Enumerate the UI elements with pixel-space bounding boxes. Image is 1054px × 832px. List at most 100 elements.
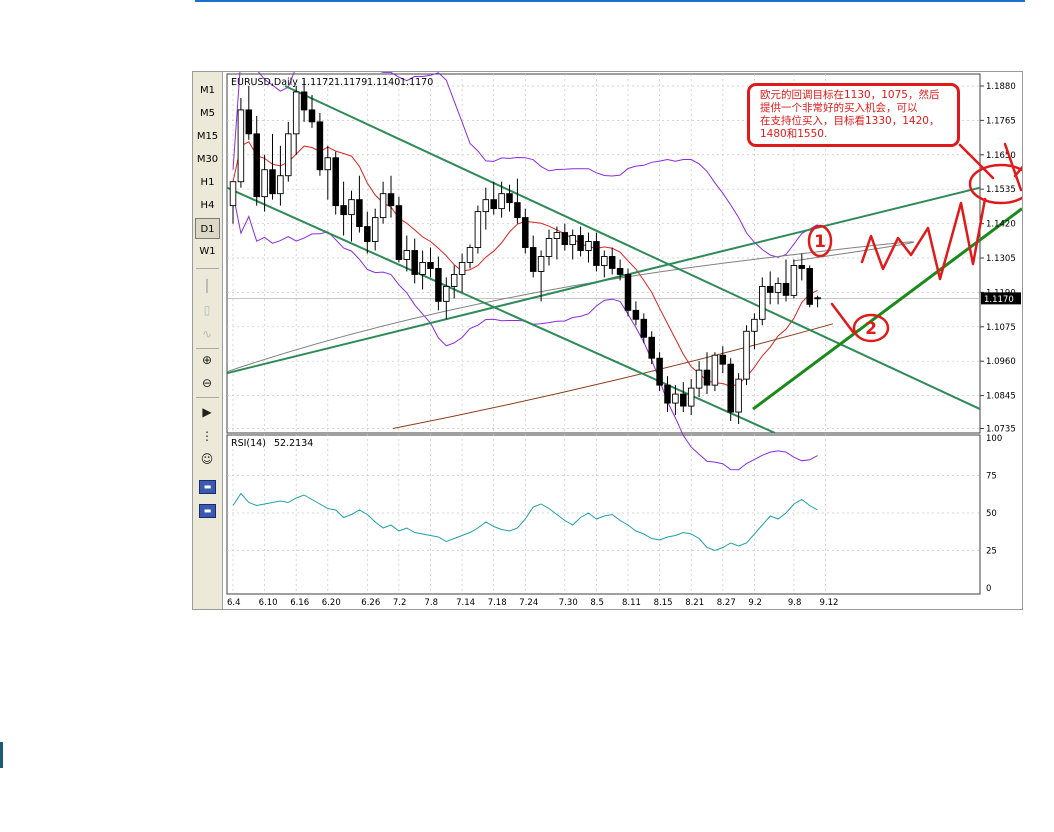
candle-body	[458, 262, 466, 275]
candle-body	[277, 175, 284, 195]
date-tick-label: 6.26	[361, 598, 380, 608]
candle-body	[435, 268, 442, 302]
candle-body	[269, 169, 276, 195]
candle-body	[687, 387, 695, 407]
candle-body	[308, 109, 316, 123]
chart-canvas: 1.18801.17651.16501.15351.14201.13051.11…	[226, 72, 1022, 608]
price-tick-label: 1.1075	[986, 323, 1016, 333]
date-tick-label: 7.8	[425, 598, 439, 608]
candle-body	[403, 250, 411, 260]
candle-body	[537, 256, 545, 272]
candle-body	[774, 282, 782, 293]
candle-body	[253, 133, 260, 198]
price-tick-label: 1.1765	[986, 116, 1016, 126]
marker-1-label: 1	[814, 232, 826, 252]
candle-body	[356, 199, 363, 228]
candle-body	[514, 202, 521, 219]
date-tick-label: 9.2	[748, 598, 762, 608]
price-tick-label: 1.0960	[986, 357, 1016, 367]
ohlc-open: 1.1172	[301, 77, 334, 88]
price-tick-label: 1.0735	[986, 425, 1016, 435]
candle-body	[387, 193, 395, 207]
chart-window: M1 M5 M15 M30 H1 H4 D1 W1 ┃ ▯ ∿ ⊕ ⊖ ▶ ⋮ …	[192, 71, 1023, 610]
candle-body	[711, 354, 719, 386]
candle-body	[237, 109, 245, 183]
price-tick-label: 1.1880	[986, 82, 1016, 92]
candle-body	[300, 91, 308, 111]
date-tick-label: 7.18	[488, 598, 507, 608]
date-tick-label: 8.11	[622, 598, 641, 608]
date-tick-label: 6.10	[259, 598, 278, 608]
callout-line-3: 在支持位买入，目标看1330，1420，	[760, 115, 940, 127]
candle-body	[616, 268, 624, 275]
candle-body	[719, 354, 727, 365]
candle-body	[498, 193, 505, 210]
price-tick-label: 1.1535	[986, 185, 1016, 195]
candle-body	[411, 250, 418, 275]
candle-body	[561, 232, 569, 245]
date-tick-label: 6.4	[227, 598, 241, 608]
candle-body	[569, 235, 576, 245]
candle-body	[664, 384, 671, 404]
callout-line-4: 1480和1550.	[760, 128, 828, 140]
rsi-axis-label: 75	[986, 472, 997, 482]
candle-body	[522, 217, 529, 248]
rsi-axis-label: 25	[986, 547, 997, 557]
price-tick-label: 1.1305	[986, 254, 1016, 264]
candle-body	[727, 363, 734, 413]
candle-body	[419, 262, 426, 275]
analysis-callout: 欧元的回调目标在1130，1075，然后 提供一个非常好的买入机会，可以 在支持…	[747, 83, 960, 147]
candle-body	[364, 226, 371, 242]
candle-body	[332, 157, 339, 207]
candle-body	[371, 217, 379, 242]
date-tick-label: 8.27	[717, 598, 736, 608]
candle-body	[490, 199, 497, 210]
candle-body	[482, 199, 490, 213]
candle-body	[751, 318, 758, 332]
candle-body	[585, 241, 592, 251]
candle-body	[806, 268, 813, 305]
candle-body	[340, 205, 347, 216]
candle-body	[529, 247, 537, 272]
candle-body	[632, 309, 640, 320]
candle-body	[466, 247, 474, 263]
candle-body	[656, 357, 663, 386]
candle-body	[379, 193, 387, 219]
symbol-label: EURUSD,Daily	[231, 77, 298, 88]
candle-body	[324, 157, 332, 171]
date-tick-label: 8.21	[685, 598, 704, 608]
ohlc-close: 1.1170	[400, 77, 433, 88]
date-tick-label: 8.5	[590, 598, 604, 608]
candle-body	[245, 109, 253, 135]
rsi-axis-label: 0	[986, 584, 991, 594]
candle-body	[814, 297, 821, 300]
ohlc-high: 1.1179	[334, 77, 367, 88]
callout-line-1: 欧元的回调目标在1130，1075，然后	[760, 89, 940, 101]
price-tick-label: 1.1420	[986, 220, 1016, 230]
rsi-axis-label: 50	[986, 509, 997, 519]
candle-body	[545, 238, 553, 257]
callout-line-2: 提供一个非常好的买入机会，可以	[760, 102, 918, 114]
date-tick-label: 8.15	[654, 598, 673, 608]
candle-body	[790, 265, 798, 296]
candle-body	[672, 393, 679, 404]
candle-body	[782, 282, 790, 296]
candle-body	[766, 285, 774, 293]
candle-body	[553, 232, 561, 239]
date-tick-label: 6.16	[290, 598, 309, 608]
candle-body	[261, 169, 268, 198]
candle-body	[427, 262, 434, 269]
candle-body	[395, 205, 403, 260]
date-tick-label: 7.30	[559, 598, 578, 608]
candle-body	[292, 91, 300, 135]
rsi-label: RSI(14)	[231, 438, 266, 449]
page-top-rule	[195, 0, 1025, 2]
candle-body	[348, 199, 355, 216]
date-tick-label: 9.8	[788, 598, 802, 608]
rsi-axis-label: 100	[986, 434, 1002, 444]
candle-body	[743, 330, 750, 380]
candle-body	[608, 256, 616, 269]
date-tick-label: 7.14	[456, 598, 475, 608]
candle-body	[474, 211, 482, 248]
candle-body	[648, 336, 655, 359]
